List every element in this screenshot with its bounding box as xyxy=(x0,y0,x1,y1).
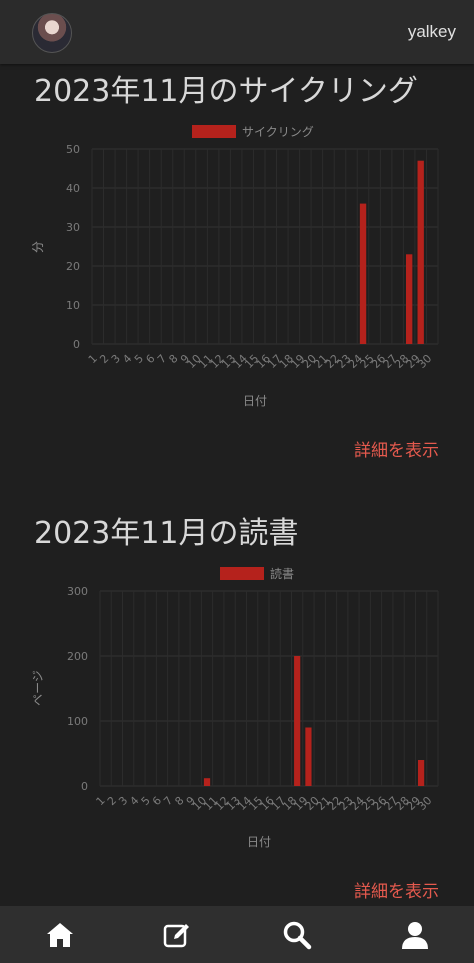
search-button[interactable] xyxy=(282,920,312,950)
username[interactable]: yalkey xyxy=(408,22,456,42)
y-tick-label: 0 xyxy=(81,780,88,793)
cycling-detail-link[interactable]: 詳細を表示 xyxy=(354,436,439,461)
y-tick-label: 200 xyxy=(67,650,88,663)
x-tick-label: 5 xyxy=(132,352,146,366)
search-icon xyxy=(283,921,312,950)
y-tick-label: 10 xyxy=(66,299,80,312)
x-tick-label: 7 xyxy=(155,352,169,366)
bar[interactable] xyxy=(294,656,301,786)
y-tick-label: 50 xyxy=(66,143,80,156)
y-tick-label: 100 xyxy=(67,715,88,728)
reading-detail-link[interactable]: 詳細を表示 xyxy=(354,877,439,902)
legend-label: 読書 xyxy=(270,566,294,581)
x-tick-label: 3 xyxy=(109,352,123,366)
bar[interactable] xyxy=(305,727,312,787)
legend-label: サイクリング xyxy=(242,125,314,139)
section-title-reading: 2023年11月の読書 xyxy=(34,516,299,551)
x-tick-label: 4 xyxy=(120,352,134,366)
y-tick-label: 0 xyxy=(73,338,80,351)
section-title-cycling: 2023年11月のサイクリング xyxy=(34,74,418,109)
bar[interactable] xyxy=(359,203,367,344)
x-tick-label: 6 xyxy=(143,352,157,366)
bar[interactable] xyxy=(417,160,424,344)
x-tick-label: 2 xyxy=(97,352,111,366)
y-axis-title: ページ xyxy=(31,670,45,706)
legend-swatch xyxy=(192,125,236,138)
x-tick-label: 8 xyxy=(166,352,180,366)
avatar[interactable] xyxy=(32,13,72,53)
bar[interactable] xyxy=(405,254,413,344)
y-tick-label: 20 xyxy=(66,260,80,273)
edit-icon xyxy=(163,924,189,948)
y-axis-title: 分 xyxy=(31,241,45,253)
reading-chart: 読書01002003001234567891011121314151617181… xyxy=(31,566,439,849)
user-icon xyxy=(402,922,428,949)
x-tick-label: 30 xyxy=(415,352,434,371)
home-button[interactable] xyxy=(45,920,75,950)
x-axis-title: 日付 xyxy=(247,835,271,849)
y-tick-label: 30 xyxy=(66,221,80,234)
legend-swatch xyxy=(220,567,264,580)
bar[interactable] xyxy=(203,778,211,786)
post-button[interactable] xyxy=(162,920,192,950)
profile-button[interactable] xyxy=(400,920,430,950)
x-tick-label: 1 xyxy=(86,352,100,366)
x-tick-label: 30 xyxy=(415,794,434,813)
y-tick-label: 40 xyxy=(66,182,80,195)
app-header: yalkey xyxy=(0,0,474,64)
cycling-chart: サイクリング0102030405012345678910111213141516… xyxy=(31,125,439,408)
bar[interactable] xyxy=(418,760,425,786)
x-axis-title: 日付 xyxy=(243,394,267,408)
y-tick-label: 300 xyxy=(67,585,88,598)
home-icon xyxy=(47,923,73,947)
bottom-nav xyxy=(0,906,474,963)
